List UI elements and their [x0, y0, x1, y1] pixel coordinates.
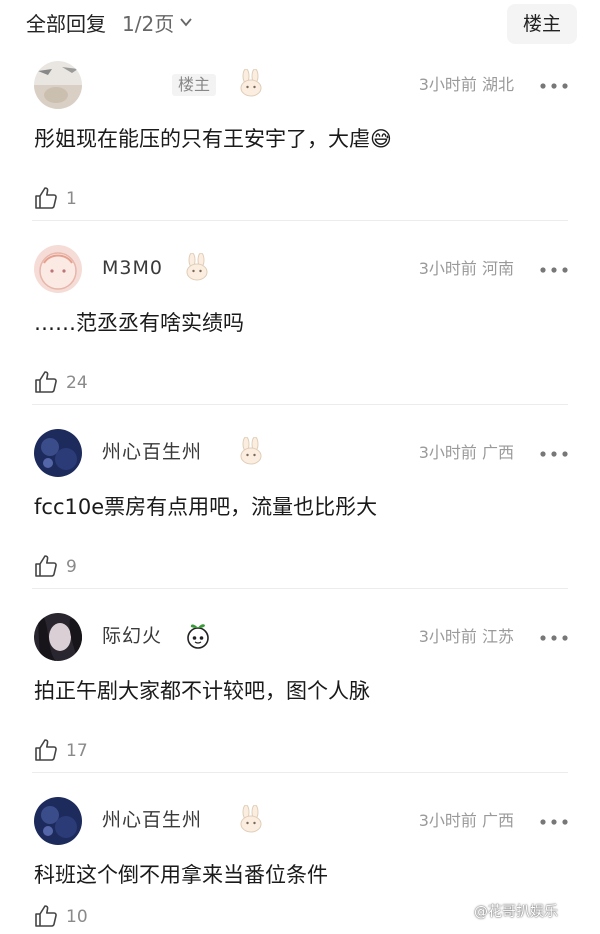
comment-text: ……范丞丞有啥实绩吗 [34, 311, 244, 335]
time-location: 3小时前 湖北 [419, 74, 514, 96]
location: 广西 [481, 443, 514, 462]
comment-text: 科班这个倒不用拿来当番位条件 [34, 863, 328, 887]
more-icon[interactable] [540, 451, 568, 457]
comment-item: 楼主 3小时前 湖北 彤姐现在能压的只有王安宇了，大虐😅 1 [0, 36, 600, 220]
sprout-face-badge-icon [187, 624, 209, 649]
all-replies-title: 全部回复 [26, 12, 106, 36]
poster-tag: 楼主 [172, 74, 217, 96]
like-count: 9 [66, 557, 77, 577]
thumbs-up-icon [35, 739, 57, 761]
location: 河南 [481, 259, 514, 278]
bunny-badge-icon [240, 69, 262, 97]
like-count: 24 [66, 373, 88, 393]
username[interactable]: M3M0 [102, 256, 163, 280]
comment-text: 拍正午剧大家都不计较吧，图个人脉 [34, 679, 370, 703]
username[interactable]: 州心百生州 [102, 808, 202, 832]
comment-item: 际幻火 3小时前 江苏 拍正午剧大家都不计较吧，图个人脉 17 [0, 588, 600, 772]
avatar[interactable] [34, 245, 82, 293]
comment-text: fcc10e票房有点用吧，流量也比彤大 [34, 495, 378, 519]
page-indicator[interactable]: 1/2页 [122, 10, 174, 38]
timestamp: 3小时前 [418, 259, 477, 278]
time-location: 3小时前 广西 [419, 442, 514, 464]
thumbs-up-icon [35, 555, 57, 577]
more-icon[interactable] [540, 635, 568, 641]
timestamp: 3小时前 [418, 627, 477, 646]
location: 广西 [481, 811, 514, 830]
time-location: 3小时前 江苏 [419, 626, 514, 648]
watermark: @花哥扒娱乐 [474, 904, 558, 920]
location: 江苏 [481, 627, 514, 646]
more-icon[interactable] [540, 83, 568, 89]
thumbs-up-icon [35, 371, 57, 393]
avatar[interactable] [34, 613, 82, 661]
username[interactable]: 际幻火 [102, 624, 162, 648]
thumbs-up-icon [35, 187, 57, 209]
like-count: 10 [66, 907, 88, 927]
like-count: 1 [66, 189, 77, 209]
time-location: 3小时前 广西 [419, 810, 514, 832]
like-count: 17 [66, 741, 88, 761]
time-location: 3小时前 河南 [419, 258, 514, 280]
location: 湖北 [481, 75, 514, 94]
more-icon[interactable] [540, 267, 568, 273]
bunny-badge-icon [240, 805, 262, 833]
avatar[interactable] [34, 61, 82, 109]
bunny-badge-icon [240, 437, 262, 465]
avatar[interactable] [34, 429, 82, 477]
avatar[interactable] [34, 797, 82, 845]
chevron-down-icon[interactable] [180, 16, 192, 28]
username[interactable]: 州心百生州 [102, 440, 202, 464]
comment-item: 州心百生州 3小时前 广西 fcc10e票房有点用吧，流量也比彤大 9 [0, 404, 600, 588]
comment-text: 彤姐现在能压的只有王安宇了，大虐😅 [34, 127, 392, 151]
more-icon[interactable] [540, 819, 568, 825]
comment-item: M3M0 3小时前 河南 ……范丞丞有啥实绩吗 24 [0, 220, 600, 404]
thumbs-up-icon [35, 905, 57, 927]
timestamp: 3小时前 [418, 443, 477, 462]
timestamp: 3小时前 [418, 75, 477, 94]
bunny-badge-icon [186, 253, 208, 281]
timestamp: 3小时前 [418, 811, 477, 830]
